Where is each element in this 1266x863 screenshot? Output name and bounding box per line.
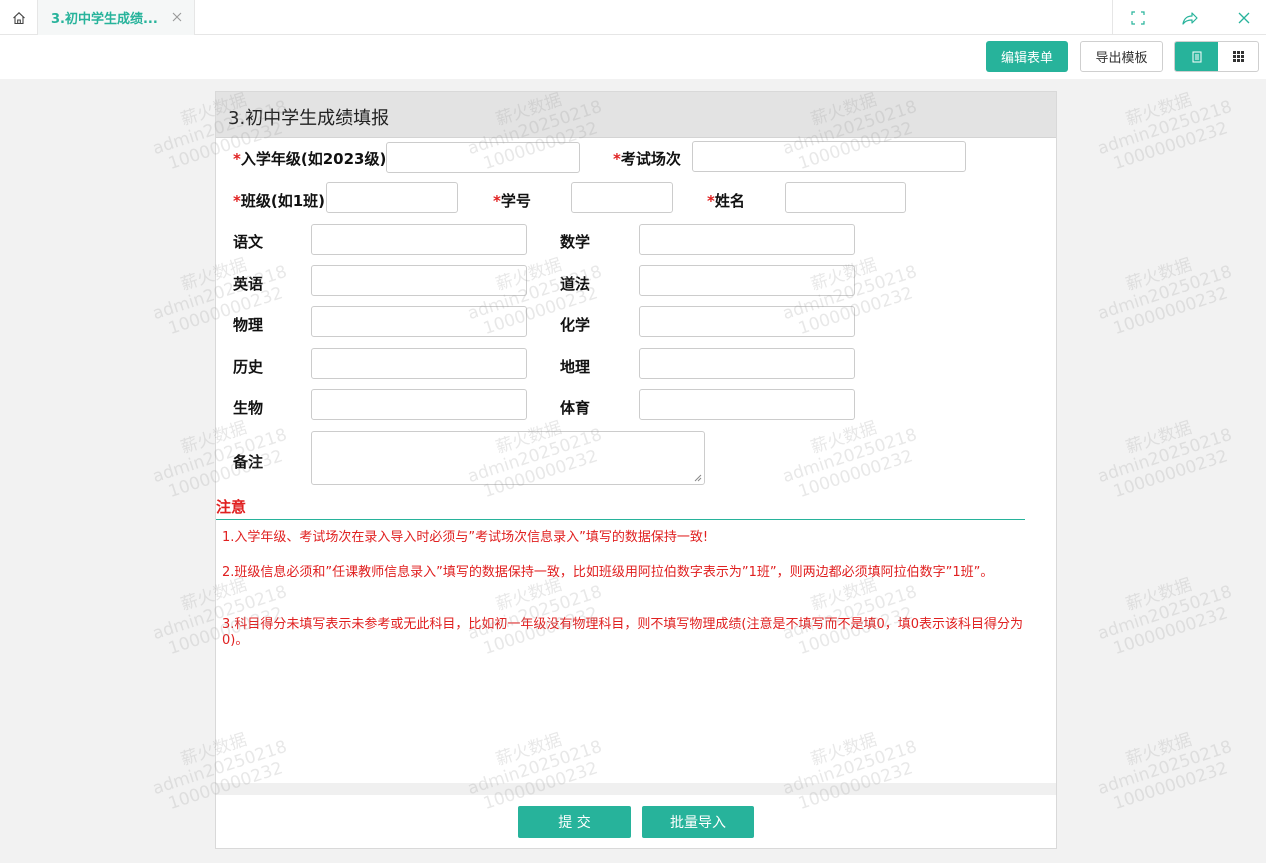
- pe-input[interactable]: [639, 389, 855, 420]
- edit-form-button[interactable]: 编辑表单: [986, 41, 1068, 72]
- watermark: 薪火数据 admin20250218 10000000232: [1095, 729, 1235, 814]
- form-header: 3.初中学生成绩填报: [216, 92, 1056, 138]
- biology-label: 生物: [233, 399, 264, 417]
- footer-divider: [216, 783, 1056, 795]
- required-mark: *: [707, 192, 715, 210]
- chinese-label: 语文: [233, 233, 264, 251]
- view-toggle: [1174, 41, 1259, 72]
- notice-item: 3.科目得分未填写表示未参考或无此科目，比如初一年级没有物理科目，则不填写物理成…: [222, 617, 1024, 648]
- physics-label: 物理: [233, 316, 264, 334]
- toolbar: [0, 35, 1266, 79]
- remark-textarea[interactable]: [311, 431, 705, 485]
- share-icon: [1182, 11, 1198, 25]
- name-input[interactable]: [785, 182, 906, 213]
- student-no-input[interactable]: [571, 182, 673, 213]
- morality-law-label: 道法: [560, 275, 591, 293]
- watermark: 薪火数据 admin20250218 10000000232: [1095, 89, 1235, 174]
- class-label: *班级(如1班): [233, 192, 326, 210]
- remark-label: 备注: [233, 453, 264, 471]
- close-window-button[interactable]: [1222, 0, 1266, 35]
- notice-item: 1.入学年级、考试场次在录入导入时必须与”考试场次信息录入”填写的数据保持一致!: [222, 530, 709, 545]
- history-label: 历史: [233, 358, 264, 376]
- exam-session-input[interactable]: [692, 141, 966, 172]
- close-icon: [1238, 12, 1250, 23]
- tab-score-form[interactable]: 3.初中学生成绩...: [38, 0, 195, 35]
- chemistry-input[interactable]: [639, 306, 855, 337]
- batch-import-button[interactable]: 批量导入: [642, 806, 754, 838]
- fullscreen-icon: [1131, 10, 1145, 25]
- list-view-button[interactable]: [1175, 42, 1218, 71]
- enroll-grade-label: *入学年级(如2023级): [233, 150, 387, 168]
- enroll-grade-input[interactable]: [386, 142, 580, 173]
- watermark: 薪火数据 admin20250218 10000000232: [1095, 574, 1235, 659]
- class-input[interactable]: [326, 182, 458, 213]
- export-template-button[interactable]: 导出模板: [1080, 41, 1163, 72]
- tab-bar: 3.初中学生成绩...: [0, 0, 1266, 35]
- chinese-input[interactable]: [311, 224, 527, 255]
- history-input[interactable]: [311, 348, 527, 379]
- resize-grip-icon[interactable]: [693, 473, 702, 482]
- notice-title: 注意: [216, 498, 247, 516]
- list-view-icon: [1192, 51, 1201, 62]
- required-mark: *: [613, 150, 621, 168]
- physics-input[interactable]: [311, 306, 527, 337]
- divider: [1112, 0, 1113, 35]
- required-mark: *: [233, 150, 241, 168]
- grid-view-icon: [1232, 51, 1244, 62]
- fullscreen-button[interactable]: [1116, 0, 1160, 35]
- share-button[interactable]: [1168, 0, 1212, 35]
- english-label: 英语: [233, 275, 264, 293]
- biology-input[interactable]: [311, 389, 527, 420]
- tab-label: 3.初中学生成绩...: [51, 12, 158, 27]
- close-icon[interactable]: [170, 10, 184, 24]
- student-no-label: *学号: [493, 192, 531, 210]
- form-card: 3.初中学生成绩填报 *入学年级(如2023级) *考试场次 *班级(如1班) …: [215, 91, 1057, 849]
- math-label: 数学: [560, 233, 591, 251]
- grid-view-button[interactable]: [1218, 42, 1258, 71]
- geography-label: 地理: [560, 358, 591, 376]
- notice-divider: [216, 519, 1025, 520]
- exam-session-label: *考试场次: [613, 150, 681, 168]
- name-label: *姓名: [707, 192, 745, 210]
- pe-label: 体育: [560, 399, 591, 417]
- required-mark: *: [233, 192, 241, 210]
- english-input[interactable]: [311, 265, 527, 296]
- home-icon: [12, 11, 25, 24]
- home-button[interactable]: [0, 0, 38, 35]
- chemistry-label: 化学: [560, 316, 591, 334]
- watermark: 薪火数据 admin20250218 10000000232: [1095, 417, 1235, 502]
- geography-input[interactable]: [639, 348, 855, 379]
- form-title: 3.初中学生成绩填报: [228, 108, 390, 129]
- notice-item: 2.班级信息必须和”任课教师信息录入”填写的数据保持一致，比如班级用阿拉伯数字表…: [222, 565, 994, 580]
- required-mark: *: [493, 192, 501, 210]
- math-input[interactable]: [639, 224, 855, 255]
- submit-button[interactable]: 提 交: [518, 806, 631, 838]
- morality-law-input[interactable]: [639, 265, 855, 296]
- watermark: 薪火数据 admin20250218 10000000232: [1095, 254, 1235, 339]
